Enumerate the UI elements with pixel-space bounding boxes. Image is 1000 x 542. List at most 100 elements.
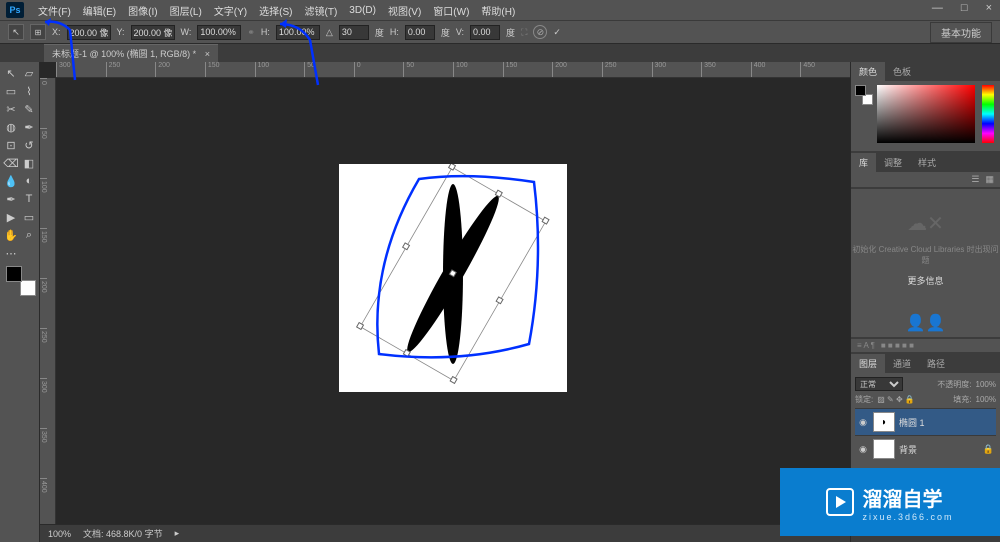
- libraries-message: 初始化 Creative Cloud Libraries 时出现问题: [851, 244, 1000, 266]
- zoom-level[interactable]: 100%: [48, 529, 71, 539]
- char-icons[interactable]: ≡ A ¶: [857, 341, 875, 350]
- x-input[interactable]: [67, 25, 111, 40]
- menu-help[interactable]: 帮助(H): [475, 1, 521, 20]
- tab-channels[interactable]: 通道: [885, 354, 919, 373]
- watermark-text: 溜溜自学: [862, 483, 953, 512]
- tab-paths[interactable]: 路径: [919, 354, 953, 373]
- persona-icons: 👤👤: [851, 309, 1000, 337]
- h-input[interactable]: [276, 25, 320, 40]
- close-tab-icon[interactable]: ×: [205, 49, 210, 59]
- blend-mode-select[interactable]: 正常: [855, 377, 903, 391]
- link-icon[interactable]: ⚭: [247, 27, 255, 38]
- marquee-tool[interactable]: ▭: [2, 82, 20, 100]
- hue-slider[interactable]: [982, 85, 994, 143]
- transform-tool-icon[interactable]: ↖: [8, 24, 24, 40]
- workspace-switcher[interactable]: 基本功能: [930, 22, 992, 43]
- layer-thumbnail[interactable]: ◗: [873, 412, 895, 432]
- view-list-icon[interactable]: ☰: [971, 174, 979, 185]
- crop-tool[interactable]: ✂: [2, 100, 20, 118]
- toolbox: ↖▱ ▭⌇ ✂✎ ◍✒ ⊡↺ ⌫◧ 💧◐ ✒T ▶▭ ✋⌕ ⋯: [0, 62, 40, 542]
- panel-fg-bg[interactable]: [855, 85, 873, 105]
- menu-layer[interactable]: 图层(L): [164, 1, 208, 20]
- menu-3d[interactable]: 3D(D): [343, 3, 382, 18]
- eraser-tool[interactable]: ⌫: [2, 154, 20, 172]
- h-label: H:: [261, 27, 270, 37]
- artboard-tool[interactable]: ▱: [20, 64, 38, 82]
- layer-name[interactable]: 背景: [899, 443, 917, 456]
- maximize-button[interactable]: □: [957, 2, 972, 14]
- layer-name[interactable]: 椭圆 1: [899, 416, 925, 429]
- color-field[interactable]: [877, 85, 975, 143]
- zoom-tool[interactable]: ⌕: [20, 226, 38, 244]
- status-bar: 100% 文档: 468.8K/0 字节 ▸: [40, 524, 850, 542]
- horizontal-ruler[interactable]: 3002502001501005005010015020025030035040…: [56, 62, 850, 78]
- document-tab[interactable]: 未标题-1 @ 100% (椭圆 1, RGB/8) * ×: [44, 44, 218, 62]
- tab-swatches[interactable]: 色板: [885, 62, 919, 81]
- menu-window[interactable]: 窗口(W): [427, 1, 475, 20]
- layer-row[interactable]: ◉ 背景 🔒: [855, 435, 996, 462]
- tab-libraries[interactable]: 库: [851, 153, 876, 172]
- para-icons[interactable]: ■ ■ ■ ■ ■: [881, 341, 914, 350]
- h-skew-input[interactable]: [405, 25, 435, 40]
- lib-panel: 库 调整 样式 ☰ ▦: [851, 153, 1000, 187]
- vertical-ruler[interactable]: 050100150200250300350400: [40, 78, 56, 542]
- visibility-icon[interactable]: ◉: [857, 417, 869, 428]
- tab-color[interactable]: 颜色: [851, 62, 885, 81]
- type-tool[interactable]: T: [20, 190, 38, 208]
- fill-value[interactable]: 100%: [976, 395, 996, 404]
- y-input[interactable]: [131, 25, 175, 40]
- angle-input[interactable]: [339, 25, 369, 40]
- tab-adjustments[interactable]: 调整: [876, 153, 910, 172]
- menu-image[interactable]: 图像(I): [122, 1, 163, 20]
- menu-edit[interactable]: 编辑(E): [77, 1, 122, 20]
- layer-thumbnail[interactable]: [873, 439, 895, 459]
- menu-filter[interactable]: 滤镜(T): [299, 1, 344, 20]
- color-swatches[interactable]: [6, 266, 36, 296]
- close-button[interactable]: ×: [982, 2, 996, 14]
- path-select-tool[interactable]: ▶: [2, 208, 20, 226]
- gradient-tool[interactable]: ◧: [20, 154, 38, 172]
- w-input[interactable]: [197, 25, 241, 40]
- tab-styles[interactable]: 样式: [910, 153, 944, 172]
- lock-icon[interactable]: 🔒: [983, 444, 994, 455]
- commit-transform-icon[interactable]: ✓: [553, 27, 561, 38]
- doc-info-chevron-icon[interactable]: ▸: [175, 528, 180, 539]
- tab-layers[interactable]: 图层: [851, 354, 885, 373]
- minimize-button[interactable]: —: [928, 2, 947, 14]
- lock-label: 锁定:: [855, 394, 873, 405]
- document-title: 未标题-1 @ 100% (椭圆 1, RGB/8) *: [52, 49, 196, 59]
- doc-info[interactable]: 文档: 468.8K/0 字节: [83, 527, 163, 540]
- lock-icons[interactable]: ▨ ✎ ✥ 🔒: [877, 395, 915, 404]
- layer-row[interactable]: ◉ ◗ 椭圆 1: [855, 408, 996, 435]
- edit-toolbar[interactable]: ⋯: [2, 244, 20, 262]
- dodge-tool[interactable]: ◐: [20, 172, 38, 190]
- canvas[interactable]: [339, 164, 567, 392]
- menu-type[interactable]: 文字(Y): [208, 1, 253, 20]
- lasso-tool[interactable]: ⌇: [20, 82, 38, 100]
- more-info-link[interactable]: 更多信息: [907, 274, 943, 287]
- healing-tool[interactable]: ◍: [2, 118, 20, 136]
- eyedropper-tool[interactable]: ✎: [20, 100, 38, 118]
- foreground-color[interactable]: [6, 266, 22, 282]
- visibility-icon[interactable]: ◉: [857, 444, 869, 455]
- move-tool[interactable]: ↖: [2, 64, 20, 82]
- history-brush-tool[interactable]: ↺: [20, 136, 38, 154]
- hand-tool[interactable]: ✋: [2, 226, 20, 244]
- document-tab-bar: 未标题-1 @ 100% (椭圆 1, RGB/8) * ×: [0, 44, 1000, 62]
- blur-tool[interactable]: 💧: [2, 172, 20, 190]
- reference-point-icon[interactable]: ⊞: [30, 24, 46, 40]
- menu-select[interactable]: 选择(S): [253, 1, 298, 20]
- interpolation-icon[interactable]: ⛶: [521, 27, 527, 38]
- view-grid-icon[interactable]: ▦: [985, 174, 994, 185]
- background-color[interactable]: [20, 280, 36, 296]
- opacity-value[interactable]: 100%: [976, 380, 996, 389]
- v-skew-input[interactable]: [470, 25, 500, 40]
- brush-tool[interactable]: ✒: [20, 118, 38, 136]
- menu-file[interactable]: 文件(F): [32, 1, 77, 20]
- pen-tool[interactable]: ✒: [2, 190, 20, 208]
- menu-view[interactable]: 视图(V): [382, 1, 427, 20]
- shape-tool[interactable]: ▭: [20, 208, 38, 226]
- clone-tool[interactable]: ⊡: [2, 136, 20, 154]
- y-label: Y:: [117, 27, 125, 37]
- cancel-transform-icon[interactable]: ⊘: [533, 25, 547, 39]
